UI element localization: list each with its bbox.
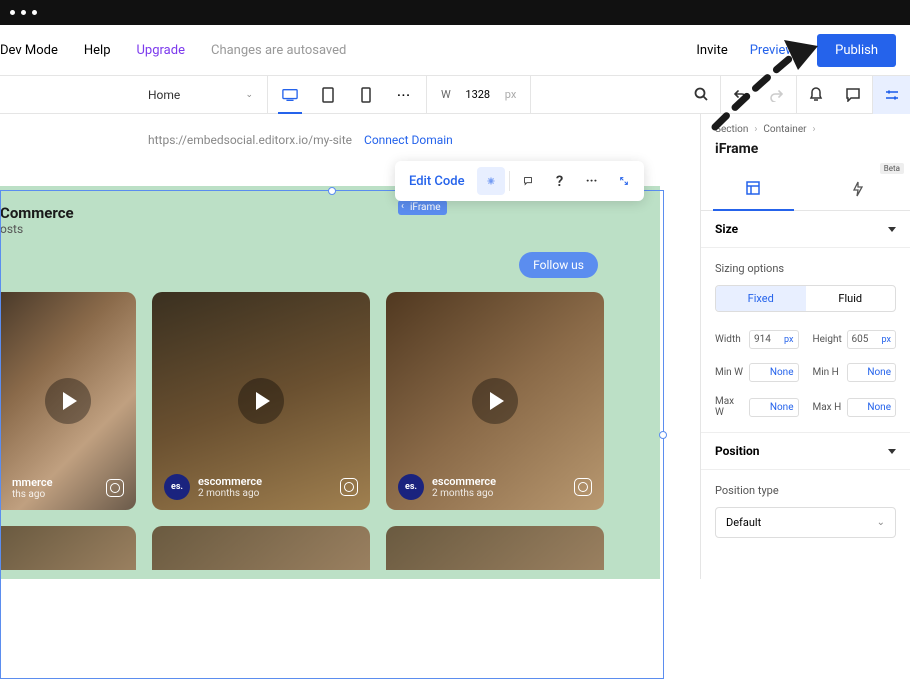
undo-button[interactable] [720,76,758,114]
minh-input[interactable]: None [847,363,897,382]
more-devices-button[interactable]: ··· [396,85,412,105]
position-type-label: Position type [715,484,896,497]
tablet-device-button[interactable] [320,85,336,105]
size-section-header[interactable]: Size [701,211,910,248]
traffic-light-icon[interactable] [21,10,26,15]
comments-icon-button[interactable] [834,76,872,114]
canvas-width-input[interactable] [459,88,497,101]
traffic-light-icon[interactable] [32,10,37,15]
sizing-segment: Fixed Fluid [715,285,896,312]
window-title-bar [0,0,910,25]
help-icon-button[interactable]: ? [546,167,574,195]
search-icon-button[interactable] [682,76,720,114]
comment-icon-button[interactable] [514,167,542,195]
height-label: Height [813,334,843,345]
desktop-device-button[interactable] [282,85,298,105]
width-input[interactable]: 914px [749,330,799,349]
height-input[interactable]: 605px [847,330,897,349]
inspector-panel: Section › Container › iFrame Beta Size S… [700,114,910,579]
resize-handle[interactable] [659,431,667,439]
chevron-down-icon: ⌄ [245,90,253,100]
help-link[interactable]: Help [84,43,111,58]
chevron-right-icon: › [754,124,757,135]
upgrade-link[interactable]: Upgrade [137,43,185,58]
minh-label: Min H [813,367,843,378]
chevron-right-icon: › [813,124,816,135]
size-heading: Size [715,222,738,236]
mobile-device-button[interactable] [358,85,374,105]
fluid-sizing-button[interactable]: Fluid [806,286,896,311]
sizing-options-label: Sizing options [715,262,896,275]
settings-gear-icon[interactable] [477,167,505,195]
fixed-sizing-button[interactable]: Fixed [716,286,806,311]
expand-icon-button[interactable] [610,167,638,195]
breadcrumb-container[interactable]: Container [763,124,806,135]
preview-link[interactable]: Preview [750,43,795,58]
maxw-input[interactable]: None [749,398,799,417]
connect-domain-link[interactable]: Connect Domain [364,133,453,147]
canvas-area[interactable]: Commerce osts Follow us mmerceths ago es… [0,166,700,579]
caret-down-icon [888,227,896,232]
page-selector[interactable]: Home ⌄ [134,76,268,113]
more-icon-button[interactable]: ··· [578,167,606,195]
editor-toolbar: Home ⌄ ··· W px [0,76,910,114]
width-label: W [441,88,451,101]
design-tab[interactable] [701,171,806,210]
maxh-label: Max H [813,402,843,413]
edit-code-button[interactable]: Edit Code [401,168,473,195]
breadcrumb-section[interactable]: Section [715,124,748,135]
maxh-input[interactable]: None [847,398,897,417]
position-heading: Position [715,444,760,458]
interactions-tab[interactable]: Beta [806,171,910,210]
redo-button[interactable] [758,76,796,114]
beta-badge: Beta [880,163,904,174]
minw-input[interactable]: None [749,363,799,382]
top-bar: Dev Mode Help Upgrade Changes are autosa… [0,25,910,76]
traffic-light-icon[interactable] [10,10,15,15]
invite-link[interactable]: Invite [696,43,727,58]
width-unit: px [505,88,517,101]
current-page-label: Home [148,88,180,102]
position-type-select[interactable]: Default ⌄ [715,507,896,538]
site-url: https://embedsocial.editorx.io/my-site [148,133,352,147]
inspector-panel-toggle[interactable] [872,76,910,114]
autosave-status: Changes are autosaved [211,43,346,58]
element-label-tag[interactable]: iFrame [398,200,447,215]
breadcrumb: Section › Container › [701,114,910,139]
devmode-link[interactable]: Dev Mode [0,43,58,58]
element-context-toolbar: Edit Code ? ··· [395,161,644,201]
panel-title: iFrame [701,139,910,171]
position-type-value: Default [726,516,761,529]
width-label: Width [715,334,745,345]
position-section-header[interactable]: Position [701,432,910,470]
maxw-label: Max W [715,396,745,418]
notifications-icon-button[interactable] [796,76,834,114]
caret-down-icon [888,449,896,454]
chevron-down-icon: ⌄ [877,517,885,528]
selection-outline [0,190,664,679]
publish-button[interactable]: Publish [817,34,896,67]
minw-label: Min W [715,367,745,378]
resize-handle[interactable] [328,187,336,195]
